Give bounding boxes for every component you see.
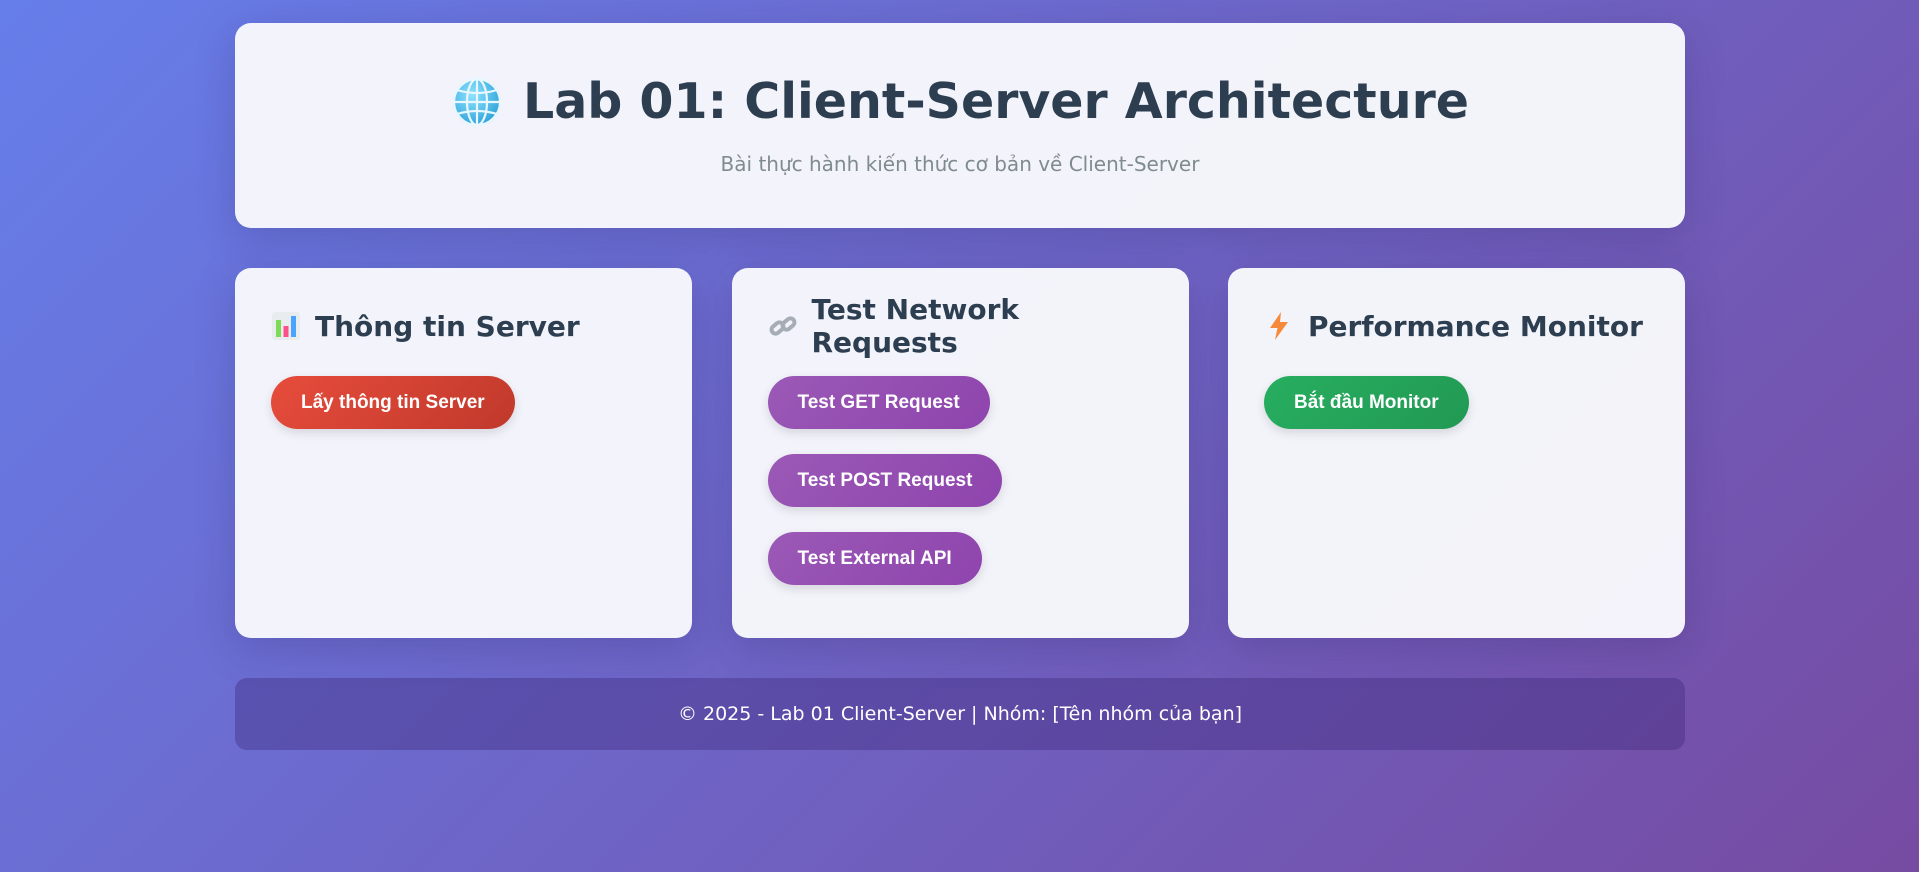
page-title-row: Lab 01: Client-Server Architecture bbox=[451, 73, 1469, 132]
get-server-info-button[interactable]: Lấy thông tin Server bbox=[271, 376, 515, 429]
card-title: Test Network Requests bbox=[811, 293, 1020, 359]
card-title: Performance Monitor bbox=[1308, 309, 1643, 343]
lightning-icon bbox=[1270, 312, 1288, 340]
card-actions: Test GET Request Test POST Request Test … bbox=[767, 376, 1153, 610]
main-container: Lab 01: Client-Server Architecture Bài t… bbox=[235, 23, 1685, 750]
test-get-request-button[interactable]: Test GET Request bbox=[767, 376, 990, 429]
card-title-row: Performance Monitor bbox=[1264, 306, 1649, 346]
test-post-request-button[interactable]: Test POST Request bbox=[767, 454, 1003, 507]
performance-monitor-card: Performance Monitor Bắt đầu Monitor bbox=[1228, 268, 1685, 638]
page-footer: © 2025 - Lab 01 Client-Server | Nhóm: [T… bbox=[235, 678, 1685, 750]
start-monitor-button[interactable]: Bắt đầu Monitor bbox=[1264, 376, 1469, 429]
globe-icon bbox=[452, 78, 502, 127]
card-actions: Lấy thông tin Server bbox=[271, 376, 656, 454]
test-external-api-button[interactable]: Test External API bbox=[767, 532, 982, 585]
cards-row: Thông tin Server Lấy thông tin Server Te… bbox=[235, 268, 1685, 638]
network-requests-card: Test Network Requests Test GET Request T… bbox=[731, 268, 1189, 638]
card-actions: Bắt đầu Monitor bbox=[1264, 376, 1649, 454]
page-title: Lab 01: Client-Server Architecture bbox=[522, 73, 1469, 130]
card-title: Thông tin Server bbox=[315, 309, 580, 343]
bar-chart-icon bbox=[272, 312, 300, 340]
server-info-card: Thông tin Server Lấy thông tin Server bbox=[235, 268, 692, 638]
card-title-row: Thông tin Server bbox=[271, 306, 656, 346]
card-title-row: Test Network Requests bbox=[768, 293, 1153, 359]
link-icon bbox=[769, 316, 796, 336]
footer-text: © 2025 - Lab 01 Client-Server | Nhóm: [T… bbox=[677, 703, 1243, 725]
page-header: Lab 01: Client-Server Architecture Bài t… bbox=[235, 23, 1685, 228]
page-subtitle: Bài thực hành kiến thức cơ bản về Client… bbox=[720, 152, 1200, 177]
